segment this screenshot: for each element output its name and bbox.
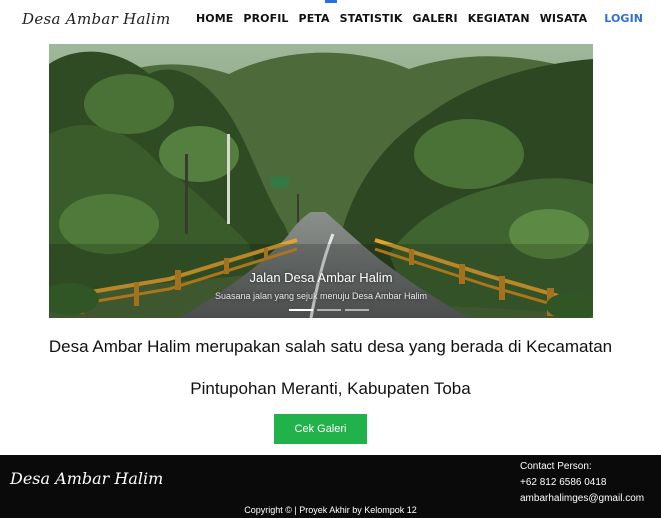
nav-kegiatan[interactable]: KEGIATAN [468, 12, 530, 25]
hero-caption-subtitle: Suasana jalan yang sejuk menuju Desa Amb… [214, 291, 428, 301]
contact-phone[interactable]: +62 812 6586 0418 [520, 475, 644, 491]
nav-wisata[interactable]: WISATA [540, 12, 588, 25]
cek-galeri-button[interactable]: Cek Galeri [274, 414, 367, 444]
top-indicator [325, 0, 337, 3]
carousel-indicator-2[interactable] [317, 309, 341, 311]
footer: Desa Ambar Halim Contact Person: +62 812… [0, 455, 661, 518]
carousel-indicator-1[interactable] [289, 309, 313, 311]
nav-profil[interactable]: PROFIL [243, 12, 288, 25]
main-nav: HOME PROFIL PETA STATISTIK GALERI KEGIAT… [196, 12, 643, 25]
intro-text-line-1: Desa Ambar Halim merupakan salah satu de… [48, 337, 613, 356]
hero-caption-title: Jalan Desa Ambar Halim [249, 270, 393, 285]
page: Desa Ambar Halim HOME PROFIL PETA STATIS… [0, 0, 661, 518]
nav-statistik[interactable]: STATISTIK [340, 12, 403, 25]
site-logo[interactable]: Desa Ambar Halim [22, 10, 171, 28]
login-link[interactable]: LOGIN [604, 12, 643, 25]
copyright-text: Copyright © | Proyek Akhir by Kelompok 1… [244, 505, 417, 515]
nav-galeri[interactable]: GALERI [412, 12, 457, 25]
carousel-indicator-3[interactable] [345, 309, 369, 311]
footer-logo: Desa Ambar Halim [10, 469, 164, 488]
nav-peta[interactable]: PETA [299, 12, 330, 25]
carousel-indicators [289, 309, 373, 311]
contact-block: Contact Person: +62 812 6586 0418 ambarh… [520, 459, 644, 507]
intro-text-line-2: Pintupohan Meranti, Kabupaten Toba [190, 379, 471, 398]
contact-label: Contact Person: [520, 461, 592, 472]
hero-carousel[interactable]: Jalan Desa Ambar Halim Suasana jalan yan… [49, 44, 593, 318]
nav-home[interactable]: HOME [196, 12, 233, 25]
